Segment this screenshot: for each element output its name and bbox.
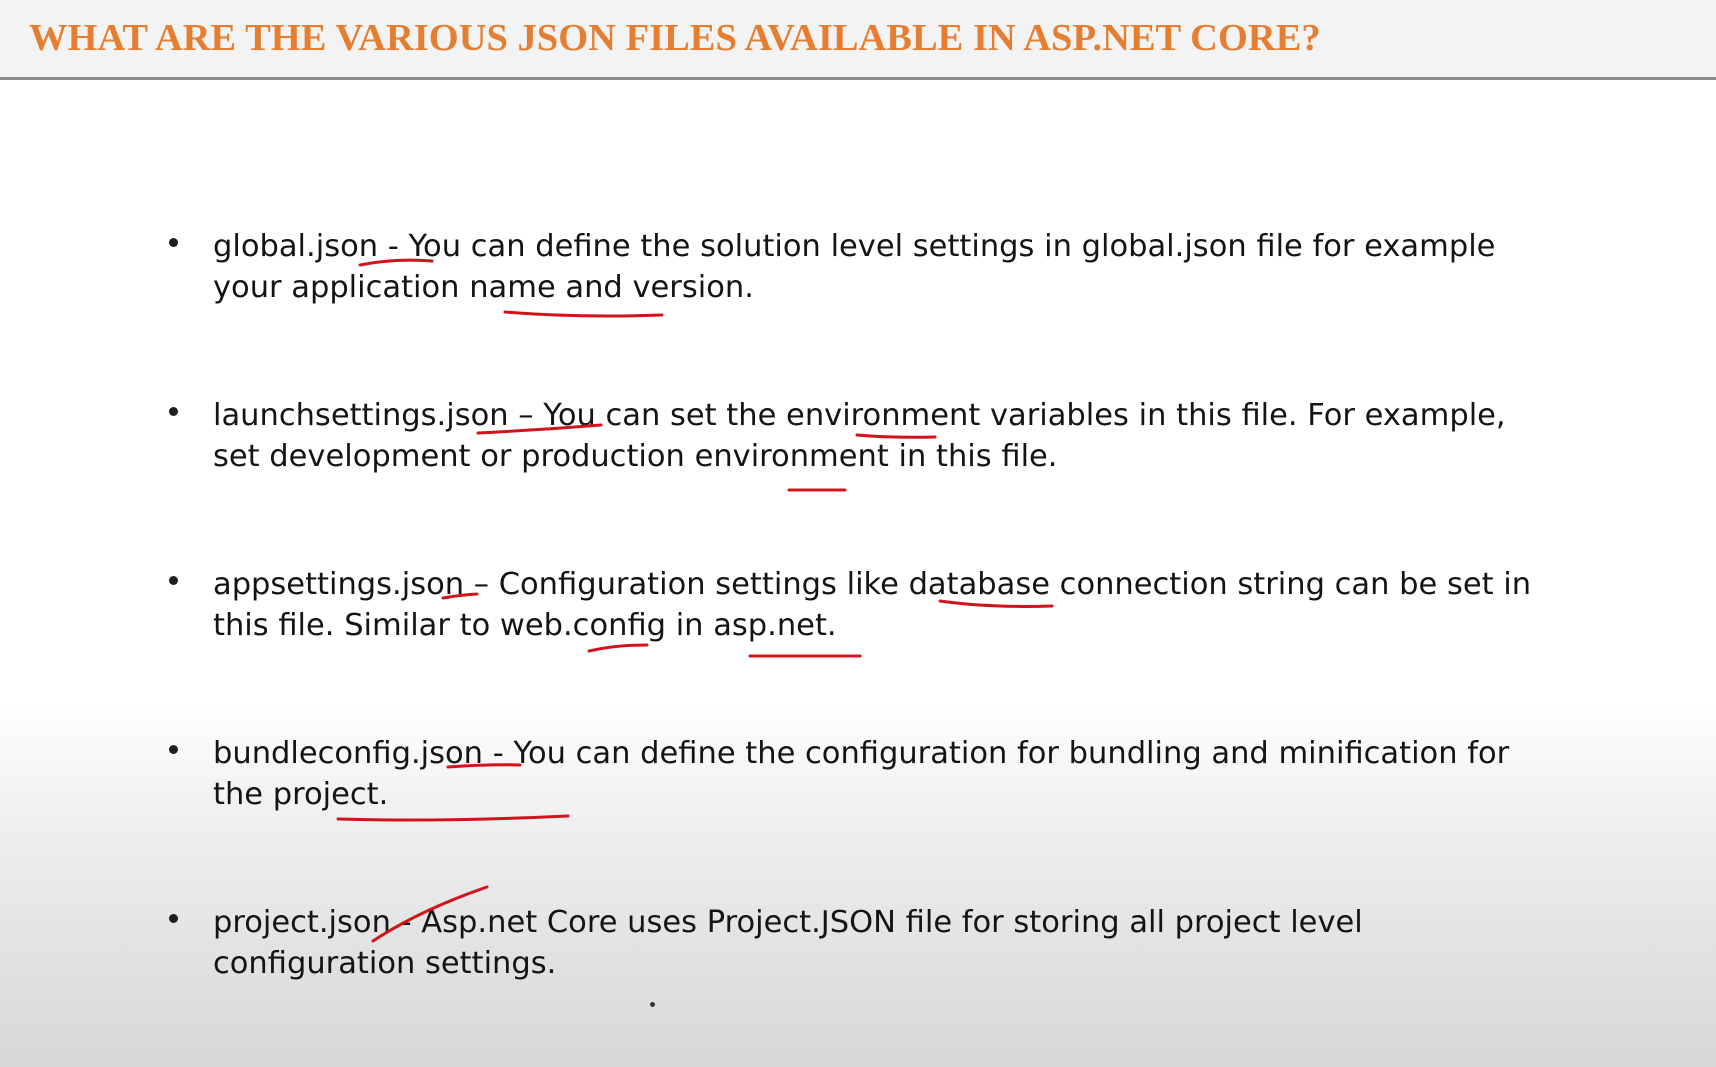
list-item-text: appsettings.json – Configuration setting… — [213, 567, 1532, 643]
list-item-bundleconfig-json: bundleconfig.json - You can define the c… — [169, 733, 1533, 815]
list-item-text: bundleconfig.json - You can define the c… — [213, 736, 1510, 812]
list-item-text: global.json - You can define the solutio… — [213, 229, 1496, 305]
list-item-launchsettings-json: launchsettings.json – You can set the en… — [169, 395, 1533, 477]
list-item-text: launchsettings.json – You can set the en… — [213, 398, 1506, 474]
stray-mark — [650, 1002, 655, 1007]
bullet-icon — [169, 914, 178, 923]
bullet-icon — [169, 576, 178, 585]
list-item-project-json: project.json - Asp.net Core uses Project… — [169, 902, 1533, 984]
list-item-global-json: global.json - You can define the solutio… — [169, 226, 1533, 308]
json-files-list: global.json - You can define the solutio… — [0, 0, 1716, 1067]
bullet-icon — [169, 238, 178, 247]
list-item-appsettings-json: appsettings.json – Configuration setting… — [169, 564, 1533, 646]
bullet-icon — [169, 745, 178, 754]
bullet-icon — [169, 407, 178, 416]
list-item-text: project.json - Asp.net Core uses Project… — [213, 905, 1363, 981]
